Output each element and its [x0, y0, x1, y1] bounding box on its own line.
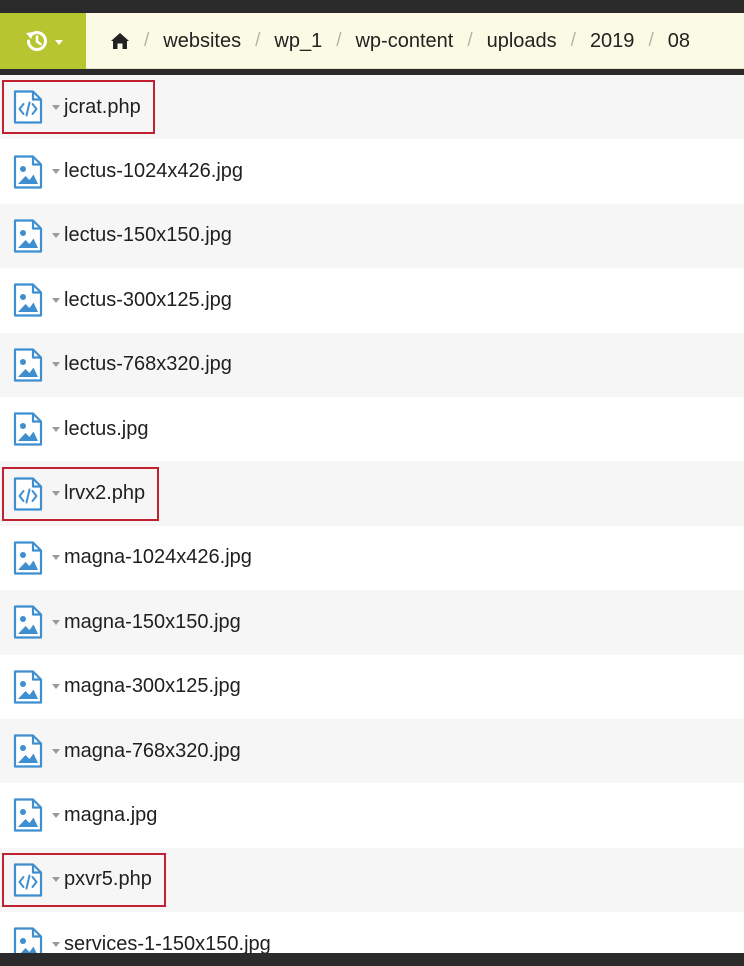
history-icon [23, 27, 51, 55]
file-name: magna-1024x426.jpg [64, 546, 252, 569]
image-file-icon [12, 670, 44, 704]
dropdown-caret-icon[interactable] [52, 169, 60, 175]
toolbar: / websites / wp_1 / wp-content / uploads / 2019 / 0… [0, 13, 744, 69]
file-item[interactable]: magna-150x150.jpg [12, 597, 249, 647]
dropdown-caret-icon[interactable] [52, 619, 60, 625]
file-name: pxvr5.php [64, 868, 152, 891]
breadcrumb-item[interactable]: wp-content [355, 30, 453, 53]
dropdown-caret-icon[interactable] [52, 748, 60, 754]
file-row: lectus-1024x426.jpg [0, 139, 744, 204]
breadcrumb: / websites / wp_1 / wp-content / uploads / 2019 / 0… [110, 13, 690, 69]
dropdown-caret-icon[interactable] [52, 491, 60, 497]
file-row: pxvr5.php [0, 847, 744, 913]
image-file-icon [12, 219, 44, 253]
file-row: lrvx2.php [0, 461, 744, 526]
file-item[interactable]: lectus-150x150.jpg [12, 211, 240, 261]
dropdown-caret-icon[interactable] [52, 684, 60, 690]
file-row: lectus-768x320.jpg [0, 332, 744, 397]
flagged-file-item[interactable]: jcrat.php [2, 80, 155, 135]
file-item[interactable]: services-1-150x150.jpg [12, 919, 279, 953]
code-file-icon [12, 476, 44, 511]
breadcrumb-separator: / [336, 30, 342, 51]
dropdown-caret-icon[interactable] [52, 555, 60, 561]
file-item[interactable]: lectus.jpg [12, 404, 157, 454]
file-name: lrvx2.php [64, 482, 146, 505]
file-name: jcrat.php [64, 95, 141, 118]
dropdown-caret-icon[interactable] [52, 233, 60, 239]
file-name: lectus-1024x426.jpg [64, 160, 244, 183]
home-icon[interactable] [110, 32, 130, 50]
chevron-down-icon [55, 39, 63, 45]
window-bottom-bar [0, 953, 744, 966]
file-item[interactable]: lectus-768x320.jpg [12, 340, 240, 390]
file-item[interactable]: lectus-1024x426.jpg [12, 147, 251, 197]
file-row: lectus-150x150.jpg [0, 203, 744, 269]
image-file-icon [12, 798, 44, 833]
file-name: magna-300x125.jpg [64, 675, 241, 698]
file-item[interactable]: magna.jpg [12, 790, 165, 840]
image-file-icon [12, 927, 44, 953]
file-row: lectus.jpg [0, 396, 744, 462]
breadcrumb-separator: / [648, 30, 654, 51]
image-file-icon [12, 605, 44, 639]
file-row: services-1-150x150.jpg [0, 912, 744, 953]
file-item[interactable]: lectus-300x125.jpg [12, 275, 240, 325]
file-row: magna-768x320.jpg [0, 718, 744, 784]
window-top-bar [0, 0, 744, 13]
image-file-icon [12, 541, 44, 575]
file-row: jcrat.php [0, 75, 744, 140]
image-file-icon [12, 348, 44, 382]
history-button[interactable] [0, 13, 86, 69]
file-item[interactable]: magna-768x320.jpg [12, 726, 249, 776]
image-file-icon [12, 154, 44, 189]
breadcrumb-separator: / [144, 30, 150, 51]
code-file-icon [12, 90, 44, 124]
dropdown-caret-icon[interactable] [52, 812, 60, 818]
flagged-file-item[interactable]: pxvr5.php [2, 852, 166, 907]
dropdown-caret-icon[interactable] [52, 877, 60, 883]
code-file-icon [12, 863, 44, 897]
flagged-file-item[interactable]: lrvx2.php [1, 466, 160, 521]
file-name: lectus-150x150.jpg [64, 224, 232, 247]
file-row: magna-1024x426.jpg [0, 525, 744, 591]
file-list: jcrat.php lectus-1024x426.jpg lectus-150x1… [0, 75, 744, 953]
dropdown-caret-icon[interactable] [52, 362, 60, 368]
file-name: lectus.jpg [64, 417, 149, 440]
file-name: services-1-150x150.jpg [64, 932, 271, 953]
breadcrumb-separator: / [467, 30, 473, 51]
image-file-icon [12, 283, 44, 317]
file-name: lectus-300x125.jpg [64, 288, 232, 311]
file-row: magna.jpg [0, 783, 744, 848]
file-name: magna-150x150.jpg [64, 610, 241, 633]
dropdown-caret-icon[interactable] [52, 426, 60, 432]
dropdown-caret-icon[interactable] [52, 297, 60, 303]
breadcrumb-item[interactable]: 08 [668, 30, 690, 53]
breadcrumb-item[interactable]: uploads [487, 30, 557, 53]
file-name: magna-768x320.jpg [64, 739, 241, 762]
image-file-icon [12, 412, 44, 446]
file-item[interactable]: magna-1024x426.jpg [12, 533, 260, 583]
file-row: magna-300x125.jpg [0, 654, 744, 719]
breadcrumb-separator: / [255, 30, 261, 51]
dropdown-caret-icon[interactable] [52, 941, 60, 947]
file-item[interactable]: magna-300x125.jpg [12, 662, 249, 712]
file-name: lectus-768x320.jpg [64, 353, 232, 376]
image-file-icon [12, 734, 44, 768]
dropdown-caret-icon[interactable] [52, 104, 60, 110]
file-row: lectus-300x125.jpg [0, 268, 744, 333]
file-row: magna-150x150.jpg [0, 590, 744, 655]
breadcrumb-item[interactable]: 2019 [590, 30, 635, 53]
breadcrumb-item[interactable]: wp_1 [274, 30, 322, 53]
breadcrumb-separator: / [570, 30, 576, 51]
file-name: magna.jpg [64, 803, 158, 826]
breadcrumb-item[interactable]: websites [163, 30, 241, 53]
